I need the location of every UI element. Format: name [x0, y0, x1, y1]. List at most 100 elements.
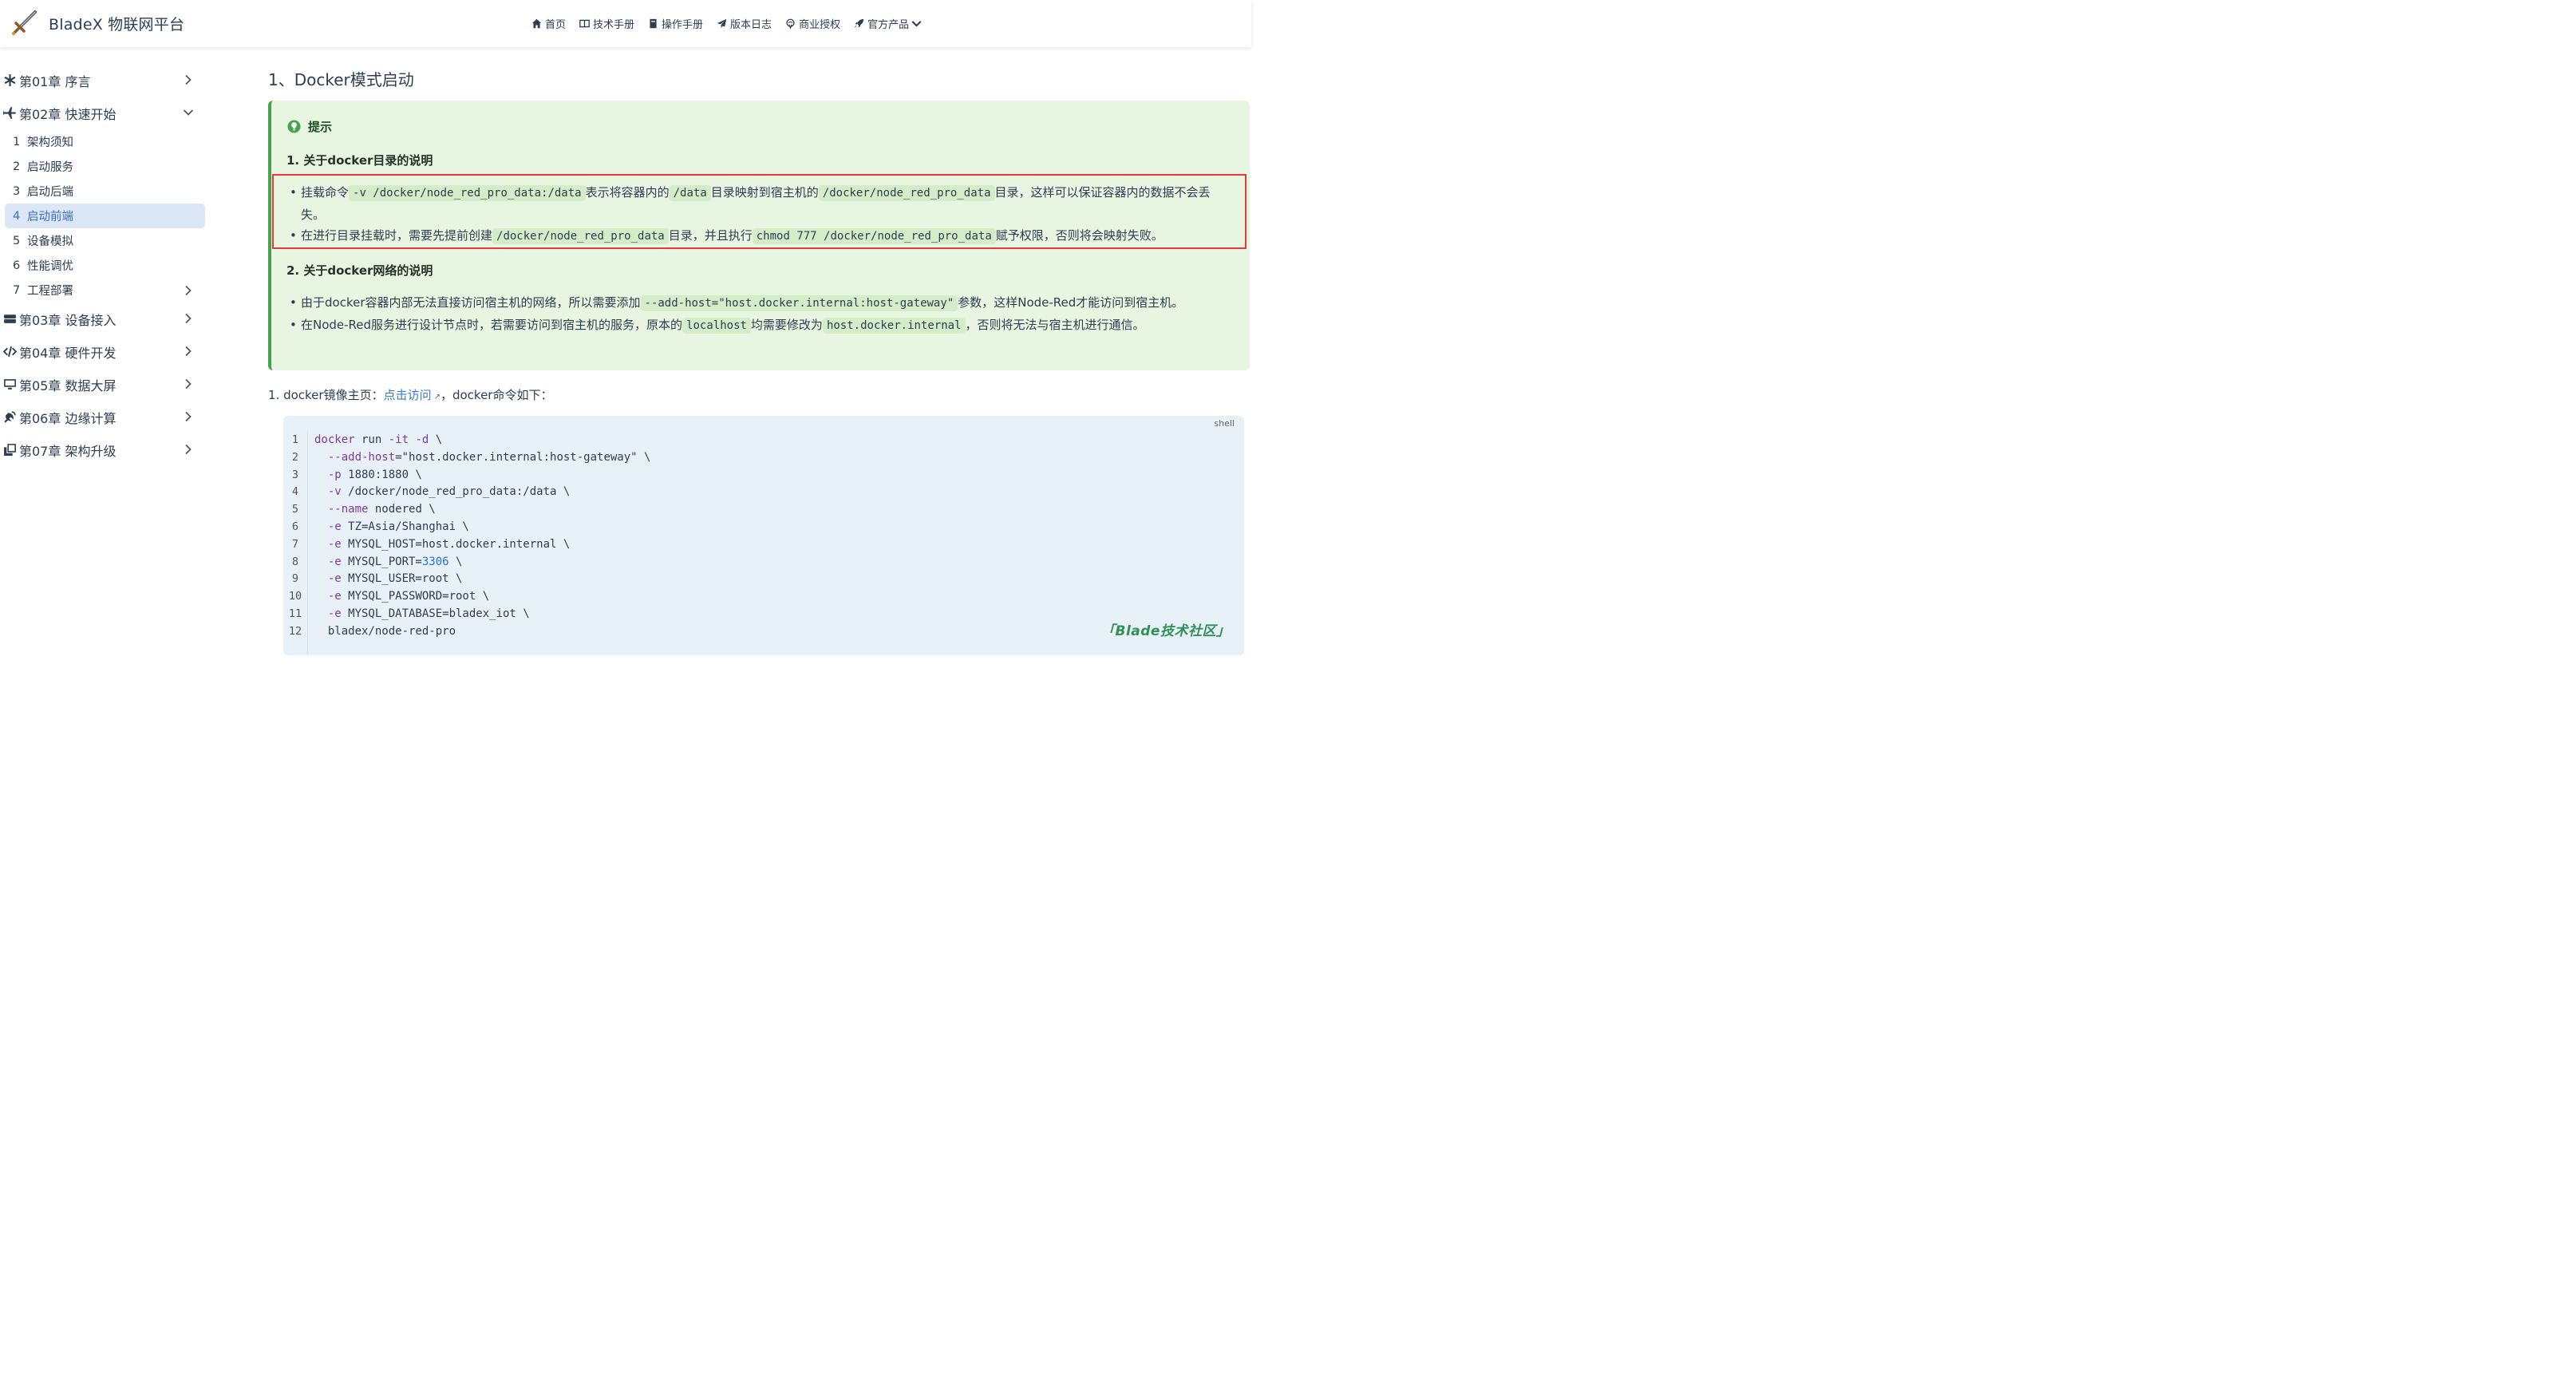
sidebar-item-label: 性能调优 [27, 260, 73, 273]
code-line: -e MYSQL_DATABASE=bladex_iot \ [327, 607, 530, 620]
sidebar-item-label: 架构须知 [27, 136, 73, 149]
nav-license-label: 商业授权 [799, 19, 841, 31]
satellite-icon [3, 411, 16, 423]
code-lines: docker run -it -d \ --add-host="host.doc… [314, 432, 650, 641]
sidebar-item-number: 7 [13, 283, 21, 297]
nav-operation-manual-label: 操作手册 [662, 19, 704, 31]
inline-code: host.docker.internal [822, 317, 966, 334]
sidebar-item-number: 2 [13, 160, 21, 173]
sidebar-item-start-frontend[interactable]: 4 启动前端 [5, 204, 205, 228]
sidebar-item-number: 5 [13, 234, 21, 247]
line-number: 12 [288, 624, 302, 638]
sidebar-chapter-label: 第04章 硬件开发 [19, 345, 117, 361]
text: 参数，这样Node-Red才能访问到宿主机。 [958, 295, 1184, 310]
sidebar-item-label: 设备模拟 [27, 235, 73, 248]
chevron-right-icon [185, 378, 192, 389]
sidebar-item-number: 4 [13, 209, 21, 223]
sidebar-item-deployment[interactable]: 7 工程部署 [0, 278, 209, 302]
nav-products-dropdown[interactable]: 官方产品 [854, 16, 925, 31]
line-number: 2 [291, 450, 299, 464]
top-nav: 首页 技术手册 操作手册 版本日志 商业授权 官方产品 [531, 16, 925, 31]
top-navbar: BladeX 物联网平台 首页 技术手册 操作手册 版本日志 商业授权 官方产品 [0, 0, 1251, 47]
chevron-right-icon [185, 313, 192, 324]
sword-logo-icon [11, 10, 37, 36]
sidebar-chapter-04[interactable]: 第04章 硬件开发 [0, 335, 209, 368]
line-number: 4 [291, 485, 299, 499]
sidebar-chapter-label: 第02章 快速开始 [19, 106, 117, 122]
inline-code: chmod 777 /docker/node_red_pro_data [752, 228, 996, 244]
sidebar-chapter-05[interactable]: 第05章 数据大屏 [0, 368, 209, 401]
code-line: -p 1880:1880 \ [327, 468, 422, 481]
sidebar-item-device-simulation[interactable]: 5 设备模拟 [0, 228, 209, 253]
line-number: 5 [291, 503, 299, 516]
chevron-right-icon [185, 346, 192, 357]
nav-operation-manual[interactable]: 操作手册 [648, 16, 703, 31]
nav-changelog[interactable]: 版本日志 [717, 16, 772, 31]
sidebar-item-number: 1 [13, 135, 21, 148]
code-line: -e MYSQL_PORT=3306 \ [327, 555, 463, 568]
sidebar-chapter-label: 第03章 设备接入 [19, 312, 117, 328]
tip-title: 提示 [308, 120, 333, 134]
brand[interactable]: BladeX 物联网平台 [11, 10, 184, 37]
line-number: 6 [291, 520, 299, 533]
code-line: -e MYSQL_HOST=host.docker.internal \ [327, 537, 571, 551]
text: 目录映射到宿主机的 [710, 185, 819, 200]
sidebar-item-label: 启动服务 [27, 161, 73, 174]
nav-license[interactable]: 商业授权 [785, 16, 840, 31]
code-line: bladex/node-red-pro [314, 624, 456, 638]
code-icon [2, 346, 17, 358]
tip-section-heading: 1. 关于docker目录的说明 [286, 153, 433, 168]
sidebar-item-label: 启动前端 [27, 211, 73, 223]
text: 1. docker镜像主页： [268, 388, 384, 402]
chevron-right-icon [185, 411, 192, 422]
sidebar-item-number: 6 [13, 259, 21, 272]
sidebar-item-architecture[interactable]: 1 架构须知 [0, 129, 209, 154]
sidebar-item-label: 工程部署 [27, 285, 73, 298]
sidebar: 第01章 序言 第02章 快速开始 1 架构须知 2 启动服务 3 启动后端 4 启动前… [0, 64, 209, 466]
sidebar-chapter-06[interactable]: 第06章 边缘计算 [0, 401, 209, 433]
code-line: -e MYSQL_PASSWORD=root \ [327, 590, 490, 603]
rocket-icon [854, 18, 864, 29]
docker-hub-link[interactable]: 点击访问 [384, 388, 432, 402]
sidebar-item-start-backend[interactable]: 3 启动后端 [0, 179, 209, 204]
manual-icon [650, 18, 657, 29]
line-numbers: 1 2 3 4 5 6 7 8 9 10 11 12 [283, 432, 308, 655]
code-line: docker run -it -d \ [314, 433, 443, 446]
plane-icon [2, 107, 16, 119]
sidebar-chapter-02[interactable]: 第02章 快速开始 [0, 97, 209, 129]
inline-code: /docker/node_red_pro_data [492, 228, 669, 244]
nav-tech-manual[interactable]: 技术手册 [579, 16, 634, 31]
list-item: 挂载命令-v /docker/node_red_pro_data:/data表示… [286, 182, 1228, 225]
copy-icon [3, 444, 16, 456]
brand-title: BladeX 物联网平台 [49, 15, 185, 34]
sidebar-chapter-label: 第05章 数据大屏 [19, 378, 117, 393]
code-line: -e MYSQL_USER=root \ [327, 572, 463, 586]
text: 挂载命令 [301, 185, 350, 200]
line-number: 10 [288, 590, 302, 603]
nav-tech-manual-label: 技术手册 [593, 19, 635, 31]
monitor-icon [3, 379, 16, 389]
line-number: 1 [291, 433, 299, 446]
chevron-right-icon [185, 74, 192, 85]
inline-code: /docker/node_red_pro_data [818, 185, 995, 201]
sidebar-chapter-07[interactable]: 第07章 架构升级 [0, 433, 209, 466]
sidebar-chapter-label: 第06章 边缘计算 [19, 410, 117, 426]
external-link-icon: ↗ [433, 393, 441, 401]
text: ，docker命令如下： [440, 388, 553, 402]
sidebar-item-performance-tuning[interactable]: 6 性能调优 [0, 253, 209, 278]
home-icon [531, 18, 542, 29]
sidebar-chapter-01[interactable]: 第01章 序言 [0, 64, 209, 97]
license-icon [786, 18, 795, 29]
nav-home[interactable]: 首页 [531, 16, 566, 31]
sidebar-chapter-label: 第07章 架构升级 [19, 443, 117, 459]
sidebar-item-start-services[interactable]: 2 启动服务 [0, 154, 209, 179]
text: 在Node-Red服务进行设计节点时，若需要访问到宿主机的服务，原本的 [301, 317, 683, 332]
code-block[interactable]: shell 1 2 3 4 5 6 7 8 9 10 11 12 docker run -it -d … [283, 416, 1244, 655]
sidebar-chapter-03[interactable]: 第03章 设备接入 [0, 302, 209, 335]
text: 表示将容器内的 [585, 185, 670, 200]
text: 赋予权限，否则将会映射失败。 [995, 228, 1164, 243]
code-line: --add-host="host.docker.internal:host-ga… [327, 450, 651, 464]
tip-header: 提示 [287, 118, 332, 135]
paper-plane-icon [717, 18, 727, 29]
inline-code: /data [669, 185, 711, 201]
